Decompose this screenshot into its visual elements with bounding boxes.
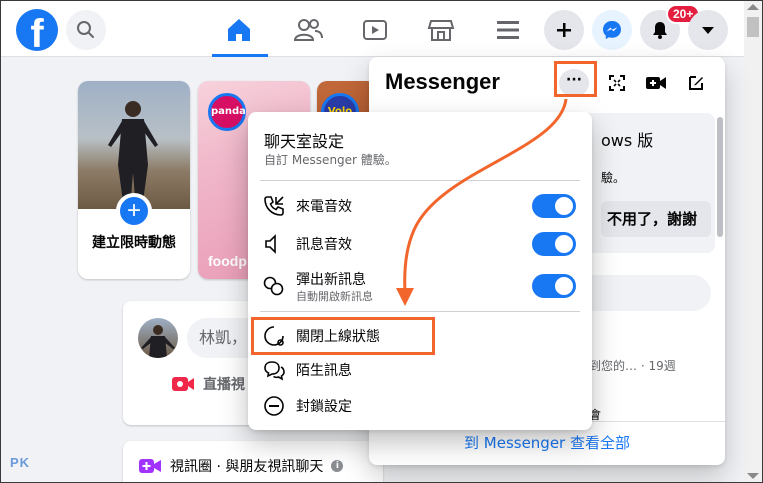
menu-title: 聊天室設定 <box>264 132 345 151</box>
block-icon <box>264 396 284 416</box>
marketplace-icon <box>427 20 455 41</box>
account-menu-icon <box>702 27 714 34</box>
menu-item-label: 來電音效 <box>296 199 352 215</box>
menu-divider <box>260 311 580 312</box>
nav-home[interactable] <box>217 11 261 49</box>
nav-menu[interactable] <box>486 11 530 49</box>
menu-item-message-sound[interactable]: 訊息音效 <box>256 226 584 262</box>
chat-bubbles-icon <box>263 276 284 296</box>
rooms-card: 視訊圈 · 與朋友視訊聊天 i <box>123 441 383 483</box>
live-video-icon <box>172 377 194 391</box>
watch-icon <box>363 20 387 40</box>
search-button[interactable] <box>66 10 106 50</box>
menu-item-call-sound[interactable]: 來電音效 <box>256 188 584 224</box>
menu-item-message-requests[interactable]: 陌生訊息 <box>256 352 584 388</box>
messenger-title: Messenger <box>385 69 500 94</box>
info-icon[interactable]: i <box>331 460 344 472</box>
create-button[interactable] <box>544 10 584 50</box>
nav-active-indicator <box>212 54 268 57</box>
scroll-up-arrow-icon[interactable] <box>747 4 759 10</box>
create-icon <box>557 23 571 37</box>
menu-divider <box>260 180 580 181</box>
friends-icon <box>293 19 323 41</box>
call-sound-toggle[interactable] <box>532 194 576 218</box>
highlight-more-button <box>554 61 597 97</box>
search-icon <box>77 21 94 38</box>
incoming-call-icon <box>264 196 284 216</box>
story-avatar-panda-icon: panda <box>208 93 246 131</box>
live-video-label: 直播視 <box>203 377 245 393</box>
avatar <box>138 318 178 358</box>
page-scrollbar[interactable] <box>744 1 762 482</box>
add-story-icon[interactable]: + <box>116 193 152 229</box>
menu-item-label: 陌生訊息 <box>296 363 352 379</box>
expand-icon <box>609 75 625 91</box>
menu-item-sublabel: 自動開啟新訊息 <box>296 290 373 303</box>
chat-preview-snippet[interactable]: 到您的… · 19週 <box>589 357 676 374</box>
notifications-icon <box>653 22 667 39</box>
expand-button[interactable] <box>602 70 632 96</box>
messenger-button[interactable] <box>592 10 632 50</box>
create-story-label: 建立限時動態 <box>92 235 176 251</box>
chat-settings-menu: 聊天室設定 自訂 Messenger 體驗。 來電音效 訊息音效 彈出新訊息 自… <box>248 112 592 430</box>
video-call-icon <box>646 77 666 89</box>
menu-item-label: 訊息音效 <box>296 237 352 253</box>
popup-messages-toggle[interactable] <box>532 274 576 298</box>
person-silhouette <box>108 101 158 209</box>
facebook-logo[interactable]: f <box>16 9 58 51</box>
messenger-scroll-thumb[interactable] <box>717 117 723 237</box>
nav-marketplace[interactable] <box>419 11 463 49</box>
menu-item-label: 彈出新訊息 <box>296 272 366 288</box>
message-requests-icon <box>264 361 285 381</box>
promo-dismiss-button[interactable]: 不用了，謝謝 <box>601 201 711 237</box>
menu-item-popup-messages[interactable]: 彈出新訊息 自動開啟新訊息 <box>256 268 584 304</box>
top-navigation-bar: f 20+ <box>1 1 744 57</box>
new-message-button[interactable] <box>681 70 711 96</box>
video-room-icon <box>139 459 161 473</box>
rooms-label: 視訊圈 · 與朋友視訊聊天 <box>170 459 324 475</box>
live-video-button[interactable]: 直播視 <box>171 374 245 394</box>
message-sound-toggle[interactable] <box>532 232 576 256</box>
scroll-down-arrow-icon[interactable] <box>747 473 759 479</box>
story-author-name: foodp <box>208 253 247 269</box>
highlight-active-status-item <box>251 317 435 355</box>
menu-item-label: 封鎖設定 <box>296 399 352 415</box>
menu-subtitle: 自訂 Messenger 體驗。 <box>264 153 397 167</box>
nav-watch[interactable] <box>353 11 397 49</box>
menu-item-block-settings[interactable]: 封鎖設定 <box>256 388 584 424</box>
home-icon <box>228 19 250 41</box>
compose-icon <box>689 76 703 90</box>
account-menu-button[interactable] <box>688 10 728 50</box>
story-profile-photo <box>78 81 190 209</box>
menu-icon <box>497 21 519 39</box>
nav-friends[interactable] <box>286 11 330 49</box>
speaker-icon <box>265 234 276 254</box>
promo-title: ows 版 <box>601 131 654 150</box>
new-video-call-button[interactable] <box>641 70 671 96</box>
rooms-row[interactable]: 視訊圈 · 與朋友視訊聊天 i <box>138 456 344 476</box>
messenger-icon <box>603 21 621 39</box>
scroll-thumb[interactable] <box>747 17 759 37</box>
watermark-text: PK <box>10 455 31 470</box>
create-story-card[interactable]: + 建立限時動態 <box>78 81 190 279</box>
promo-subtitle: 驗。 <box>601 171 626 185</box>
